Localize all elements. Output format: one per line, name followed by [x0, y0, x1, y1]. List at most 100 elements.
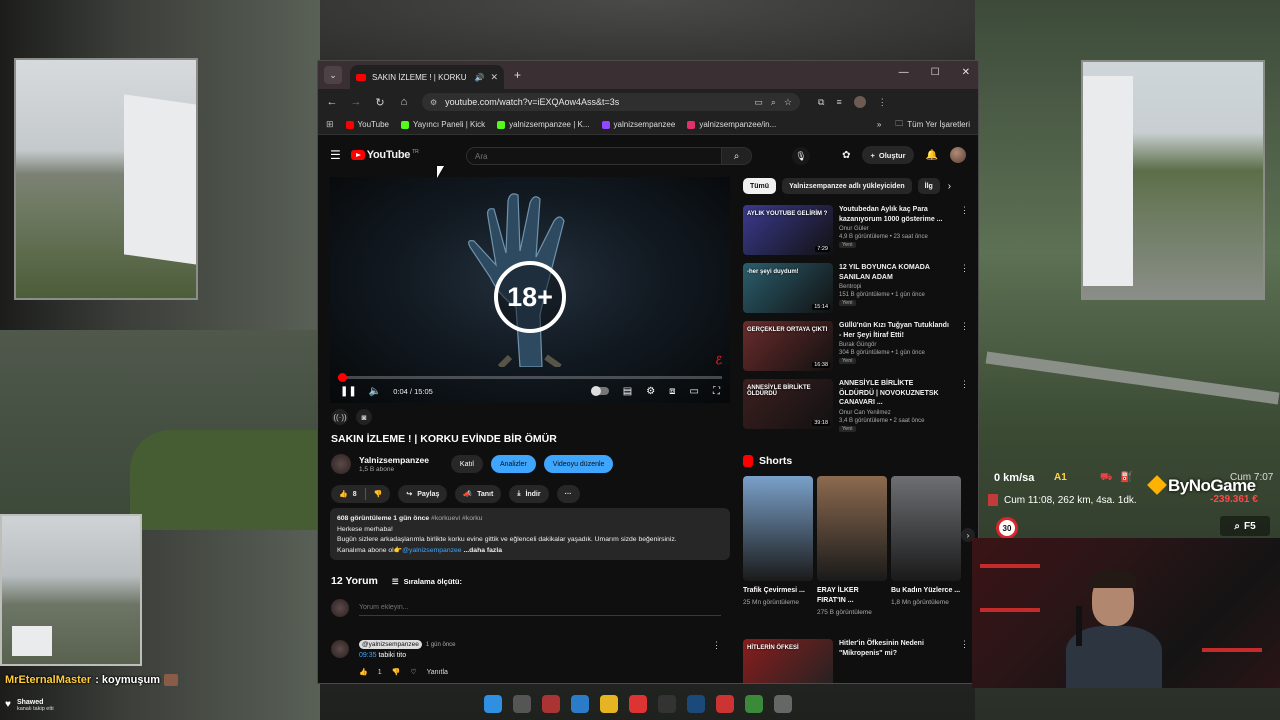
chip-related[interactable]: İlg: [917, 178, 940, 194]
video-thumbnail[interactable]: GERÇEKLER ORTAYA ÇIKTI 16:38: [743, 321, 833, 371]
speaker-icon[interactable]: 🔊: [474, 73, 484, 82]
like-count[interactable]: 8: [353, 491, 357, 498]
more-icon[interactable]: ⋮: [960, 639, 969, 650]
short-title[interactable]: Bu Kadın Yüzlerce ...: [891, 586, 961, 596]
browser-menu-icon[interactable]: ⋮: [878, 97, 887, 108]
chip-from-uploader[interactable]: Yalnizsempanzee adlı yükleyiciden: [782, 178, 912, 194]
search-input[interactable]: [467, 148, 721, 164]
bookmark-instagram[interactable]: yalnizsempanzee/in...: [687, 120, 776, 129]
recommendation-item[interactable]: GERÇEKLER ORTAYA ÇIKTI 16:38 Güllü'nün Kız…: [743, 321, 971, 373]
recommendation-title[interactable]: Güllü'nün Kızı Tuğyan Tutuklandı - Her Ş…: [839, 321, 949, 340]
commenter-avatar[interactable]: [331, 640, 349, 658]
plus-icon[interactable]: +: [514, 68, 521, 82]
recommendation-title[interactable]: Hitler'in Öfkesinin Nedeni "Mikropenis" …: [839, 639, 949, 658]
analytics-button[interactable]: Analizler: [490, 455, 536, 473]
more-icon[interactable]: ⋮: [960, 379, 969, 390]
recommendation-title[interactable]: Youtubedan Aylık kaç Para kazanıyorum 10…: [839, 205, 949, 224]
short-item[interactable]: ERAY İLKER FIRAT'IN ... 275 B görüntüleme: [817, 476, 887, 617]
microphone-icon[interactable]: 🎙: [792, 147, 810, 165]
short-thumbnail[interactable]: [817, 476, 887, 581]
video-thumbnail[interactable]: HİTLERİN ÖFKESİ: [743, 639, 833, 683]
more-actions-icon[interactable]: ···: [556, 485, 580, 503]
site-info-icon[interactable]: ⚙: [430, 98, 437, 107]
hamburger-menu-icon[interactable]: ☰: [330, 148, 341, 162]
join-button[interactable]: Katıl: [450, 455, 483, 473]
autoplay-toggle[interactable]: [590, 386, 609, 396]
search-icon[interactable]: ⌕: [721, 148, 751, 164]
forward-icon[interactable]: →: [350, 96, 362, 108]
create-button[interactable]: + Oluştur: [862, 146, 914, 164]
channel-avatar[interactable]: [331, 454, 351, 474]
close-icon[interactable]: ✕: [490, 72, 498, 83]
truck-game-icon[interactable]: [774, 695, 792, 713]
recommendation-channel[interactable]: Onur Güler: [839, 226, 949, 232]
comment-author[interactable]: @yalnizsempanzee: [359, 640, 422, 649]
more-icon[interactable]: ⋮: [960, 205, 969, 216]
fullscreen-icon[interactable]: ⛶: [713, 386, 720, 397]
more-bookmarks-icon[interactable]: »: [877, 120, 881, 129]
reload-icon[interactable]: ↻: [374, 96, 386, 109]
photos-icon[interactable]: [571, 695, 589, 713]
chrome-alt-icon[interactable]: [745, 695, 763, 713]
short-thumbnail[interactable]: [891, 476, 961, 581]
short-item[interactable]: Trafik Çevirmesi ... 25 Mn görüntüleme: [743, 476, 813, 617]
home-icon[interactable]: ⌂: [398, 96, 410, 108]
miniplayer-icon[interactable]: ⧈: [669, 386, 675, 397]
chrome-icon[interactable]: [629, 695, 647, 713]
recommendation-item[interactable]: AYLIK YOUTUBE GELİRİM ? 7:29 Youtubedan Ay…: [743, 205, 971, 257]
comment-time[interactable]: 1 gün önce: [426, 642, 456, 648]
short-title[interactable]: ERAY İLKER FIRAT'IN ...: [817, 586, 887, 606]
obs-icon[interactable]: [658, 695, 676, 713]
url-text[interactable]: youtube.com/watch?v=iEXQAow4Ass&t=3s: [445, 97, 746, 107]
theater-mode-icon[interactable]: ▭: [690, 386, 699, 397]
comment-like-icon[interactable]: 👍: [359, 668, 368, 676]
apps-icon[interactable]: ⊞: [326, 119, 334, 130]
like-icon[interactable]: 👍: [339, 490, 348, 498]
video-thumbnail[interactable]: ANNESİYLE BİRLİKTE ÖLDÜRDÜ 39:18: [743, 379, 833, 429]
profile-avatar[interactable]: [853, 96, 866, 108]
bookmark-kick-channel[interactable]: yalnizsempanzee | K...: [497, 120, 590, 129]
short-thumbnail[interactable]: [743, 476, 813, 581]
minimize-icon[interactable]: —: [899, 67, 909, 78]
channel-name[interactable]: Yalnizsempanzee: [359, 455, 429, 465]
heart-icon[interactable]: ♡: [410, 668, 416, 676]
chip-all[interactable]: Tümü: [743, 178, 777, 194]
file-explorer-icon[interactable]: [600, 695, 618, 713]
youtube-logo[interactable]: YouTube TR: [350, 149, 419, 161]
camera-icon[interactable]: ◙: [356, 409, 372, 425]
live-audio-icon[interactable]: ((·)): [332, 409, 348, 425]
active-tab[interactable]: SAKIN İZLEME ! | KORKU EVİ 🔊 ✕: [350, 65, 504, 89]
chevron-right-icon[interactable]: ›: [948, 181, 951, 192]
account-avatar[interactable]: [950, 147, 966, 163]
comment-input[interactable]: [359, 600, 721, 616]
bookmark-youtube[interactable]: YouTube: [345, 120, 389, 129]
windows-start-icon[interactable]: [484, 695, 502, 713]
short-item[interactable]: Bu Kadın Yüzlerce ... 1,8 Mn görüntüleme: [891, 476, 961, 617]
chrome-profile-icon[interactable]: [716, 695, 734, 713]
extensions-icon[interactable]: ⧉: [818, 97, 824, 108]
star-icon[interactable]: ☆: [784, 97, 792, 108]
zoom-icon[interactable]: ⌕: [771, 97, 776, 108]
chevron-down-icon[interactable]: ⌄: [324, 66, 342, 84]
download-button[interactable]: ⤓ İndir: [509, 485, 549, 503]
reply-button[interactable]: Yanıtla: [427, 669, 448, 676]
snipping-icon[interactable]: [542, 695, 560, 713]
back-icon[interactable]: ←: [326, 96, 338, 108]
media-icon[interactable]: ≡: [836, 97, 841, 107]
comment-dislike-icon[interactable]: 👎: [392, 668, 401, 676]
steam-icon[interactable]: [687, 695, 705, 713]
comment-timestamp-link[interactable]: 09:35: [359, 652, 377, 659]
recommendation-channel[interactable]: Bentropi: [839, 284, 949, 290]
video-thumbnail[interactable]: -her şeyi duydum! 15:14: [743, 263, 833, 313]
pause-icon[interactable]: ❚❚: [340, 386, 357, 397]
recommendation-channel[interactable]: Onur Can Yenilmez: [839, 410, 949, 416]
comment-menu-icon[interactable]: ⋮: [712, 640, 721, 676]
task-view-icon[interactable]: [513, 695, 531, 713]
dislike-icon[interactable]: 👎: [374, 490, 383, 498]
share-button[interactable]: ↪ Paylaş: [398, 485, 448, 503]
bookmark-kick-panel[interactable]: Yayıncı Paneli | Kick: [400, 120, 485, 129]
show-more-link[interactable]: ...daha fazla: [463, 547, 502, 554]
sort-button[interactable]: ☰ Sıralama ölçütü:: [392, 577, 462, 586]
more-icon[interactable]: ⋮: [960, 321, 969, 332]
edit-video-button[interactable]: Videoyu düzenle: [543, 455, 614, 473]
